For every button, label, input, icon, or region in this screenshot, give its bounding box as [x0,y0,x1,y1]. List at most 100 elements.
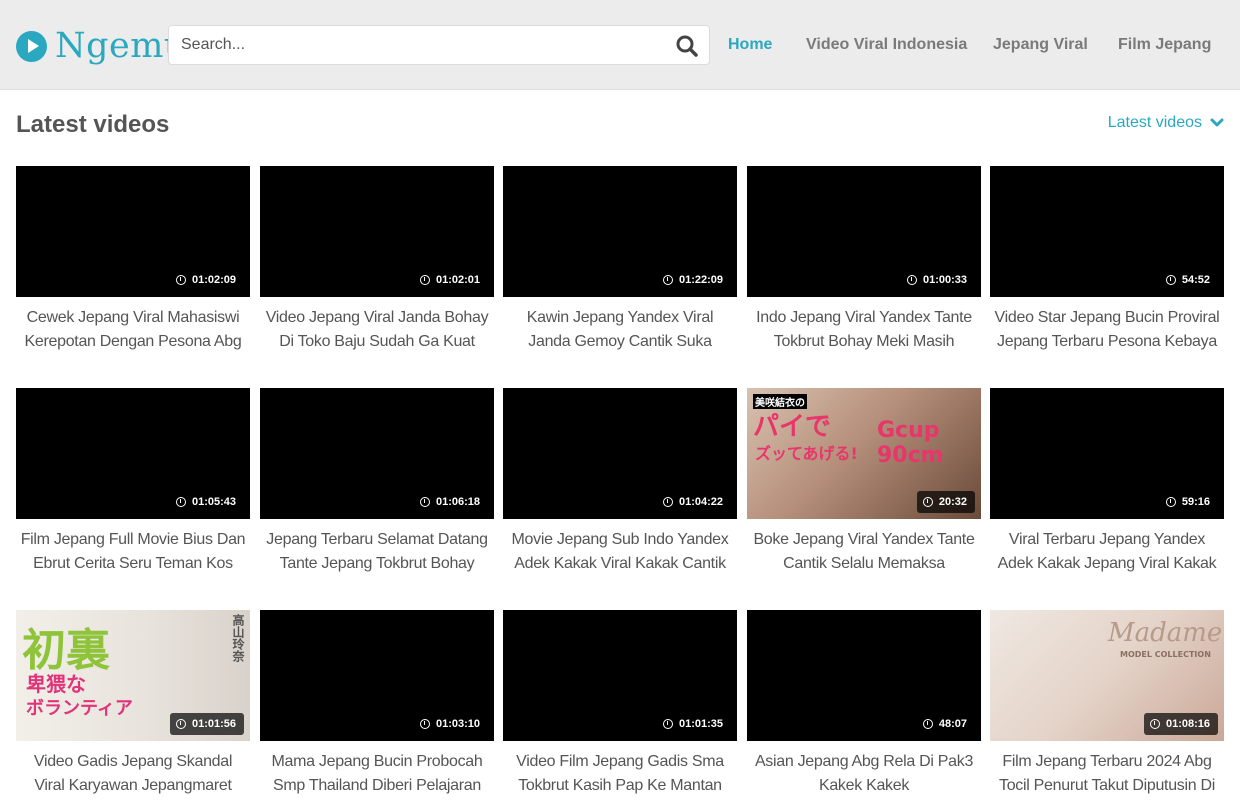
video-title[interactable]: Video Gadis Jepang Skandal Viral Karyawa… [16,750,250,798]
clock-icon [1165,275,1176,285]
clock-icon [1165,497,1176,507]
video-title[interactable]: Movie Jepang Sub Indo Yandex Adek Kakak … [503,528,737,576]
clock-icon [906,275,917,285]
clock-icon [419,719,430,729]
video-card[interactable]: 01:22:09 Kawin Jepang Yandex Viral Janda … [503,166,737,354]
video-card[interactable]: 01:03:10 Mama Jepang Bucin Probocah Smp T… [260,610,494,798]
sort-dropdown[interactable]: Latest videos [1108,114,1224,132]
duration-badge: 48:07 [916,713,975,735]
search-input[interactable] [181,26,661,64]
thumb-caption: ズッてあげる! [755,444,858,463]
video-thumbnail[interactable]: 01:01:35 [503,610,737,741]
thumb-caption: 高山玲奈 [231,614,245,662]
video-thumbnail[interactable]: 01:06:18 [260,388,494,519]
clock-icon [419,275,430,285]
duration-badge: 54:52 [1159,269,1218,291]
duration-badge: 01:02:01 [413,269,488,291]
clock-icon [662,719,673,729]
nav-video-viral-indonesia[interactable]: Video Viral Indonesia [806,36,967,54]
video-thumbnail[interactable]: 59:16 [990,388,1224,519]
thumb-caption: Madame [1108,618,1223,648]
video-card[interactable]: 59:16 Viral Terbaru Jepang Yandex Adek Ka… [990,388,1224,576]
duration-badge: 01:00:33 [900,269,975,291]
thumb-caption: ボランティア [26,698,133,719]
video-title[interactable]: Indo Jepang Viral Yandex Tante Tokbrut B… [747,306,981,354]
duration-text: 01:02:01 [435,274,480,286]
video-title[interactable]: Boke Jepang Viral Yandex Tante Cantik Se… [747,528,981,576]
duration-text: 48:07 [938,718,967,730]
thumb-caption: MODEL COLLECTION [1120,650,1211,659]
clock-icon [1149,719,1160,729]
video-card[interactable]: 01:00:33 Indo Jepang Viral Yandex Tante T… [747,166,981,354]
duration-text: 54:52 [1181,274,1210,286]
video-thumbnail[interactable]: 01:02:09 [16,166,250,297]
page-title: Latest videos [16,111,170,138]
clock-icon [419,497,430,507]
clock-icon [662,497,673,507]
video-card[interactable]: 01:02:01 Video Jepang Viral Janda Bohay D… [260,166,494,354]
video-thumbnail[interactable]: 美咲結衣の パイで ズッてあげる! Gcup 90cm 20:32 [747,388,981,519]
nav-film-jepang[interactable]: Film Jepang [1118,36,1211,54]
video-card[interactable]: 01:01:35 Video Film Jepang Gadis Sma Tokb… [503,610,737,798]
video-title[interactable]: Jepang Terbaru Selamat Datang Tante Jepa… [260,528,494,576]
duration-badge: 01:08:16 [1143,713,1218,735]
thumb-caption: パイで [753,412,832,442]
video-title[interactable]: Asian Jepang Abg Rela Di Pak3 Kakek Kake… [747,750,981,798]
clock-icon [175,719,186,729]
video-thumbnail[interactable]: 54:52 [990,166,1224,297]
video-title[interactable]: Video Film Jepang Gadis Sma Tokbrut Kasi… [503,750,737,798]
video-thumbnail[interactable]: 初裏 卑猥な ボランティア 高山玲奈 01:01:56 [16,610,250,741]
duration-text: 01:08:16 [1165,718,1210,730]
search-icon[interactable] [675,34,699,58]
video-card[interactable]: 48:07 Asian Jepang Abg Rela Di Pak3 Kakek… [747,610,981,798]
video-thumbnail[interactable]: 01:05:43 [16,388,250,519]
duration-badge: 01:01:56 [169,713,244,735]
video-thumbnail[interactable]: 01:22:09 [503,166,737,297]
video-card[interactable]: 初裏 卑猥な ボランティア 高山玲奈 01:01:56 Video Gadis Jepan… [16,610,250,798]
thumb-caption: 卑猥な [26,672,86,696]
video-card[interactable]: 01:06:18 Jepang Terbaru Selamat Datang Ta… [260,388,494,576]
video-title[interactable]: Video Jepang Viral Janda Bohay Di Toko B… [260,306,494,354]
video-title[interactable]: Viral Terbaru Jepang Yandex Adek Kakak J… [990,528,1224,576]
video-thumbnail[interactable]: Madame MODEL COLLECTION 01:08:16 [990,610,1224,741]
duration-badge: 01:01:35 [656,713,731,735]
video-thumbnail[interactable]: 01:03:10 [260,610,494,741]
duration-badge: 20:32 [916,491,975,513]
duration-badge: 01:06:18 [413,491,488,513]
sort-label: Latest videos [1107,114,1202,131]
video-thumbnail[interactable]: 01:02:01 [260,166,494,297]
nav-jepang-viral[interactable]: Jepang Viral [993,36,1088,54]
site-header: Ngemut Home Video Viral Indonesia Jepang… [0,0,1240,90]
video-card[interactable]: 美咲結衣の パイで ズッてあげる! Gcup 90cm 20:32 Boke Jepang… [747,388,981,576]
video-thumbnail[interactable]: 01:00:33 [747,166,981,297]
video-title[interactable]: Kawin Jepang Yandex Viral Janda Gemoy Ca… [503,306,737,354]
duration-badge: 01:02:09 [169,269,244,291]
clock-icon [922,719,933,729]
clock-icon [175,275,186,285]
video-thumbnail[interactable]: 01:04:22 [503,388,737,519]
video-card[interactable]: 01:02:09 Cewek Jepang Viral Mahasiswi Ker… [16,166,250,354]
video-title[interactable]: Video Star Jepang Bucin Proviral Jepang … [990,306,1224,354]
nav-home[interactable]: Home [728,36,772,54]
video-card[interactable]: 01:05:43 Film Jepang Full Movie Bius Dan … [16,388,250,576]
duration-badge: 01:04:22 [656,491,731,513]
duration-text: 59:16 [1181,496,1210,508]
video-title[interactable]: Cewek Jepang Viral Mahasiswi Kerepotan D… [16,306,250,354]
video-card[interactable]: 01:04:22 Movie Jepang Sub Indo Yandex Ade… [503,388,737,576]
play-logo-icon [16,30,47,62]
video-card[interactable]: 54:52 Video Star Jepang Bucin Proviral Je… [990,166,1224,354]
duration-badge: 01:05:43 [169,491,244,513]
video-title[interactable]: Film Jepang Full Movie Bius Dan Ebrut Ce… [16,528,250,576]
duration-text: 01:02:09 [191,274,236,286]
duration-text: 01:05:43 [191,496,236,508]
video-title[interactable]: Film Jepang Terbaru 2024 Abg Tocil Penur… [990,750,1224,798]
thumb-caption: Gcup 90cm [877,418,944,468]
duration-badge: 59:16 [1159,491,1218,513]
video-title[interactable]: Mama Jepang Bucin Probocah Smp Thailand … [260,750,494,798]
video-card[interactable]: Madame MODEL COLLECTION 01:08:16 Film Jepan… [990,610,1224,798]
duration-text: 01:22:09 [678,274,723,286]
video-thumbnail[interactable]: 48:07 [747,610,981,741]
duration-text: 01:06:18 [435,496,480,508]
search-box [168,25,710,65]
duration-text: 20:32 [938,496,967,508]
